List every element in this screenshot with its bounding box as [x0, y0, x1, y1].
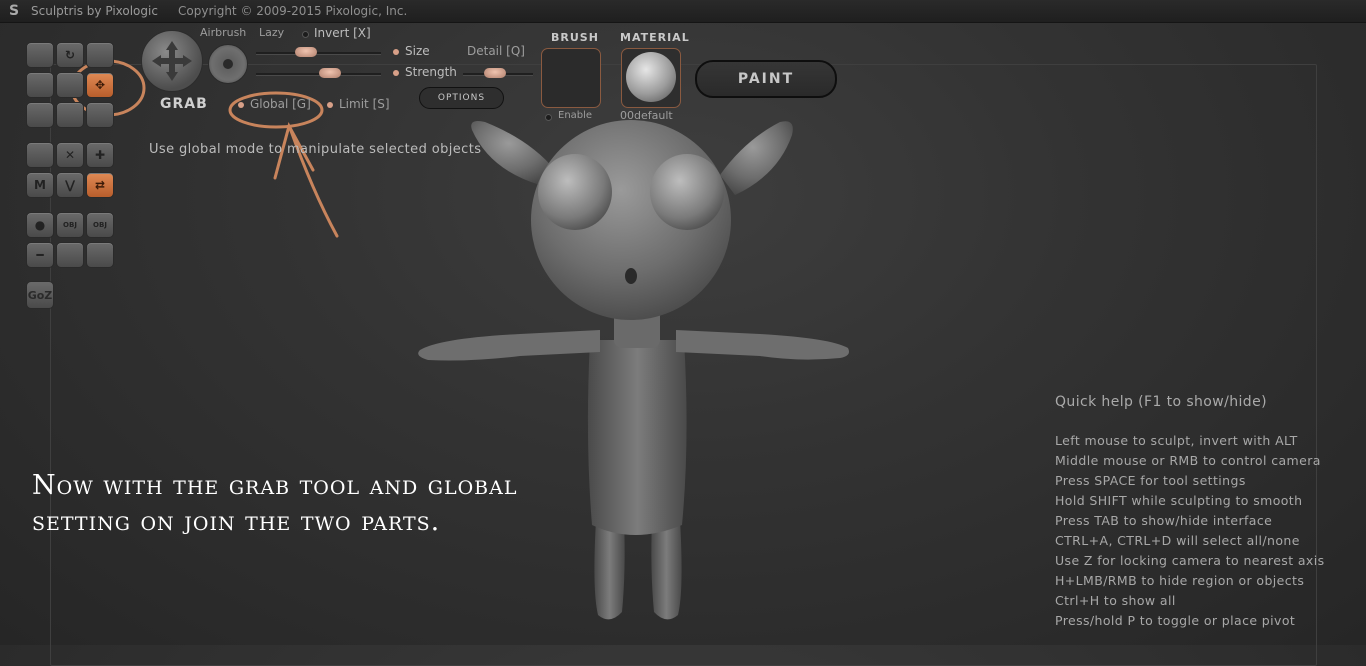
rotate-icon: ↻ — [64, 48, 76, 62]
brush-swatch[interactable] — [541, 48, 601, 108]
quick-help-item: Ctrl+H to show all — [1055, 593, 1176, 608]
move-arrows-icon — [152, 41, 192, 81]
strength-radio[interactable] — [393, 70, 399, 76]
detail-slider-knob[interactable] — [484, 68, 506, 78]
import-obj-icon: OBJ — [63, 221, 77, 229]
plane-icon: ━ — [36, 248, 44, 262]
smooth-tool-button[interactable] — [56, 102, 84, 128]
tool-name: GRAB — [160, 96, 208, 112]
grid-tool-button[interactable]: ✚ — [86, 142, 114, 168]
quick-help-item: Left mouse to sculpt, invert with ALT — [1055, 433, 1298, 448]
pinch-tool-button[interactable] — [26, 102, 54, 128]
save-file-button[interactable] — [86, 242, 114, 268]
quick-help-item: H+LMB/RMB to hide region or objects — [1055, 573, 1305, 588]
mask-icon: M — [34, 178, 46, 192]
export-obj-icon: OBJ — [93, 221, 107, 229]
options-button[interactable]: OPTIONS — [419, 87, 504, 109]
creature-model[interactable] — [418, 120, 849, 620]
right-ear — [720, 121, 793, 195]
global-radio[interactable] — [238, 102, 244, 108]
sphere-icon: ● — [34, 218, 46, 232]
size-slider-knob[interactable] — [295, 47, 317, 57]
flatten-tool-button[interactable] — [26, 72, 54, 98]
new-sphere-tool-button[interactable]: ● — [26, 212, 54, 238]
size-label: Size — [405, 44, 430, 58]
quick-help-item: Press TAB to show/hide interface — [1055, 513, 1273, 528]
reduce-icon: ⋁ — [64, 178, 76, 192]
strength-slider-knob[interactable] — [319, 68, 341, 78]
quick-help-item: Middle mouse or RMB to control camera — [1055, 453, 1321, 468]
quick-help-item: CTRL+A, CTRL+D will select all/none — [1055, 533, 1300, 548]
move-selection-tool-button[interactable]: ⇄ — [86, 172, 114, 198]
material-sphere-icon — [626, 52, 676, 102]
left-leg — [594, 520, 625, 620]
torso — [587, 340, 687, 535]
lazy-label: Lazy — [259, 26, 285, 39]
move-arrows-icon: ⇄ — [94, 178, 106, 192]
mouth — [625, 268, 637, 284]
crease-tool-button[interactable] — [86, 42, 114, 68]
tutorial-caption: Now with the grab tool and global settin… — [32, 470, 518, 537]
open-file-button[interactable] — [56, 242, 84, 268]
tool-hint: Use global mode to manipulate selected o… — [149, 142, 482, 157]
airbrush-label: Airbrush — [200, 26, 247, 39]
material-swatch[interactable] — [621, 48, 681, 108]
left-arm — [418, 330, 600, 361]
left-eye — [538, 154, 612, 230]
grab-icon: ✥ — [94, 78, 106, 92]
quick-help-list: Left mouse to sculpt, invert with ALT Mi… — [1055, 433, 1325, 633]
import-obj-button[interactable]: OBJ — [56, 212, 84, 238]
draw-tool-button[interactable] — [26, 42, 54, 68]
airbrush-toggle[interactable] — [208, 44, 248, 84]
quick-help-item: Press SPACE for tool settings — [1055, 473, 1246, 488]
goz-button[interactable]: GoZ — [26, 281, 54, 309]
material-name: 00default — [620, 109, 673, 122]
quick-help-item: Press/hold P to toggle or place pivot — [1055, 613, 1296, 628]
wireframe-tool-button[interactable]: ✕ — [56, 142, 84, 168]
detail-label: Detail [Q] — [467, 44, 525, 58]
global-label: Global [G] — [250, 97, 311, 111]
inflate-tool-button[interactable] — [56, 72, 84, 98]
right-arm — [676, 330, 849, 360]
grab-tool-button[interactable]: ✥ — [86, 72, 114, 98]
size-slider[interactable] — [256, 52, 381, 55]
size-radio[interactable] — [393, 49, 399, 55]
quick-help-item: Hold SHIFT while sculpting to smooth — [1055, 493, 1303, 508]
quick-help-item: Use Z for locking camera to nearest axis — [1055, 553, 1325, 568]
symmetry-tool-button[interactable] — [26, 142, 54, 168]
quick-help-title: Quick help (F1 to show/hide) — [1055, 394, 1267, 410]
strength-label: Strength — [405, 65, 457, 79]
invert-radio[interactable] — [302, 31, 309, 38]
right-leg — [651, 520, 682, 620]
right-eye — [650, 154, 724, 230]
layer-tool-button[interactable] — [86, 102, 114, 128]
rotate-tool-button[interactable]: ↻ — [56, 42, 84, 68]
new-plane-tool-button[interactable]: ━ — [26, 242, 54, 268]
paint-button[interactable]: PAINT — [695, 60, 837, 98]
export-obj-button[interactable]: OBJ — [86, 212, 114, 238]
brush-enable-radio[interactable] — [545, 114, 552, 121]
grid-icon: ✚ — [94, 148, 106, 162]
mask-tool-button[interactable]: M — [26, 172, 54, 198]
brush-label: BRUSH — [551, 31, 599, 44]
limit-label: Limit [S] — [339, 97, 390, 111]
material-label: MATERIAL — [620, 31, 690, 44]
reduce-tool-button[interactable]: ⋁ — [56, 172, 84, 198]
limit-radio[interactable] — [327, 102, 333, 108]
grab-tool-large-icon — [141, 30, 203, 92]
wireframe-icon: ✕ — [64, 148, 76, 162]
invert-label: Invert [X] — [314, 26, 371, 40]
brush-enable-label: Enable — [558, 110, 593, 121]
